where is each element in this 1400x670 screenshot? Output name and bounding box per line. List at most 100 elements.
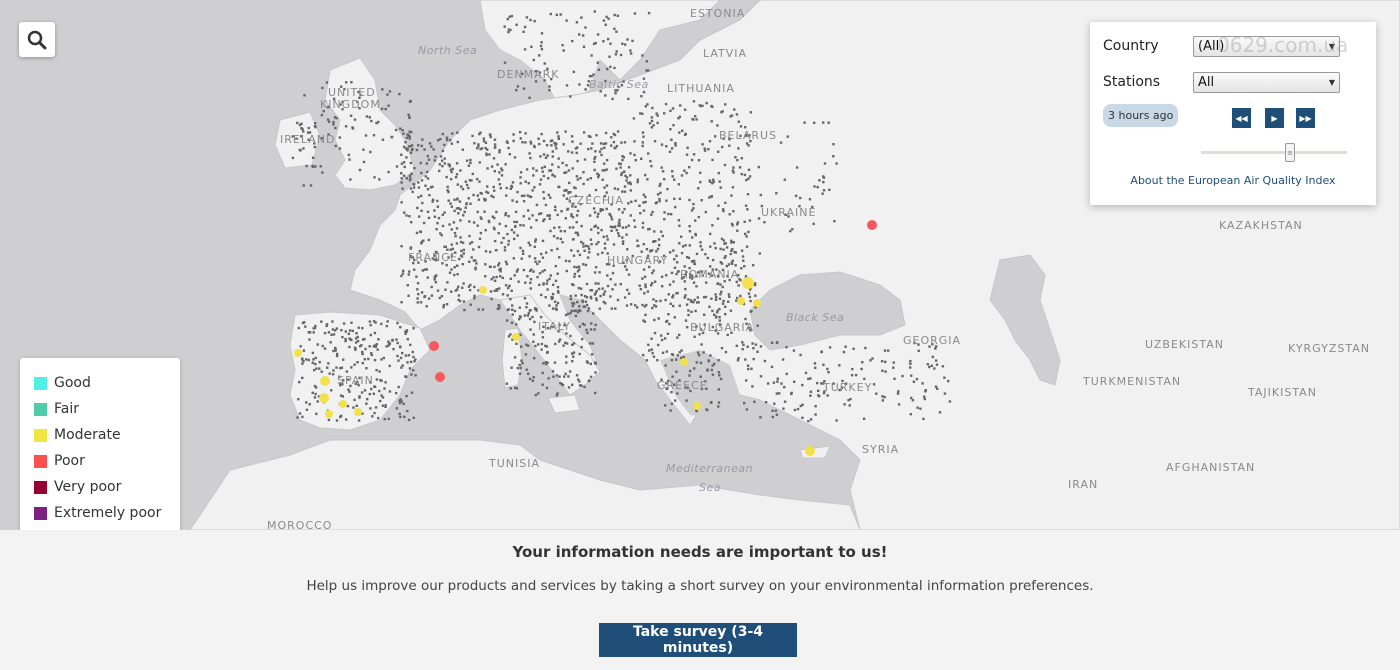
station-dot	[439, 137, 442, 141]
station-dot	[665, 350, 668, 353]
station-dot	[941, 365, 945, 368]
station-dot	[493, 143, 497, 146]
time-slider-track[interactable]	[1201, 151, 1347, 154]
station-dot	[923, 395, 926, 398]
station-dot	[658, 200, 661, 203]
station-dot	[614, 92, 617, 95]
station-dot	[515, 270, 519, 273]
station-dot	[910, 374, 913, 377]
play-button[interactable]: ▶	[1265, 108, 1284, 128]
station-dot	[516, 366, 520, 370]
station-dot	[744, 358, 747, 361]
station-dot	[462, 300, 466, 303]
station-dot	[529, 140, 532, 143]
fast-forward-button[interactable]: ▶▶	[1296, 108, 1315, 128]
station-dot	[729, 252, 732, 256]
station-dot	[711, 182, 714, 185]
about-aqi-link[interactable]: About the European Air Quality Index	[1090, 174, 1376, 187]
station-dot	[486, 148, 489, 151]
station-dot	[443, 143, 446, 147]
station-dot	[683, 169, 686, 172]
station-dot	[350, 366, 353, 369]
station-dot	[926, 363, 929, 366]
station-dot	[468, 242, 472, 245]
station-dot	[556, 237, 559, 240]
station-dot	[582, 45, 586, 48]
station-dot	[546, 279, 549, 282]
rewind-button[interactable]: ◀◀	[1232, 108, 1251, 128]
station-dot	[602, 292, 606, 296]
station-dot	[897, 390, 900, 393]
station-dot	[912, 380, 916, 383]
station-dot	[593, 361, 597, 364]
station-dot	[786, 135, 789, 138]
station-dot	[505, 319, 509, 322]
station-dot	[377, 338, 380, 341]
station-dot	[457, 298, 460, 302]
station-dot	[673, 258, 676, 261]
station-dot	[305, 164, 308, 168]
station-dot	[715, 296, 718, 299]
station-dot	[652, 124, 655, 127]
time-slider-thumb[interactable]: ≡	[1285, 143, 1295, 162]
station-dot	[909, 413, 912, 416]
station-dot	[747, 292, 751, 295]
station-dot	[590, 147, 593, 150]
station-dot	[595, 134, 598, 137]
station-dot	[586, 178, 589, 181]
station-dot	[618, 222, 621, 225]
station-dot	[524, 141, 527, 144]
stations-select[interactable]: All ▼	[1193, 72, 1340, 93]
label-turkey: TURKEY	[823, 381, 873, 394]
station-dot	[705, 101, 708, 105]
station-dot	[652, 269, 655, 272]
station-dot	[704, 210, 707, 214]
station-dot	[372, 320, 376, 323]
station-dot	[423, 148, 426, 151]
station-dot	[346, 404, 350, 408]
station-dot	[504, 163, 507, 166]
station-dot	[362, 160, 366, 164]
station-dot	[507, 335, 511, 338]
station-dot	[629, 214, 632, 217]
station-dot	[547, 377, 550, 380]
station-dot	[647, 69, 650, 72]
station-dot	[783, 385, 786, 389]
search-button[interactable]	[19, 22, 55, 57]
station-dot	[672, 124, 675, 127]
station-dot	[583, 305, 586, 308]
station-dot	[792, 349, 796, 352]
station-dot	[532, 376, 535, 379]
station-dot	[535, 203, 539, 207]
station-dot	[548, 217, 551, 220]
station-dot	[575, 221, 578, 224]
station-dot	[670, 271, 674, 275]
station-dot	[621, 190, 624, 193]
station-dot	[641, 277, 644, 280]
station-dot	[468, 234, 471, 238]
station-dot	[735, 280, 738, 284]
take-survey-button[interactable]: Take survey (3-4 minutes)	[599, 623, 797, 657]
station-dot	[590, 228, 593, 231]
station-dot	[360, 344, 363, 347]
station-dot	[576, 146, 579, 149]
station-dot	[409, 151, 413, 154]
station-dot	[509, 387, 512, 390]
station-dot	[617, 208, 621, 211]
station-dot	[574, 294, 577, 297]
land-great-britain	[324, 57, 416, 191]
station-dot	[430, 294, 434, 297]
station-dot	[752, 357, 755, 361]
station-dot	[881, 369, 884, 372]
station-dot	[369, 407, 372, 410]
station-dot	[745, 235, 748, 238]
label-black-sea: Black Sea	[786, 311, 845, 324]
station-dot	[455, 227, 459, 230]
station-dot	[484, 275, 487, 278]
station-dot	[896, 392, 900, 395]
station-dot	[633, 219, 636, 222]
station-dot	[510, 321, 514, 324]
station-dot	[719, 247, 722, 251]
station-dot	[314, 392, 317, 396]
station-dot	[688, 369, 692, 373]
